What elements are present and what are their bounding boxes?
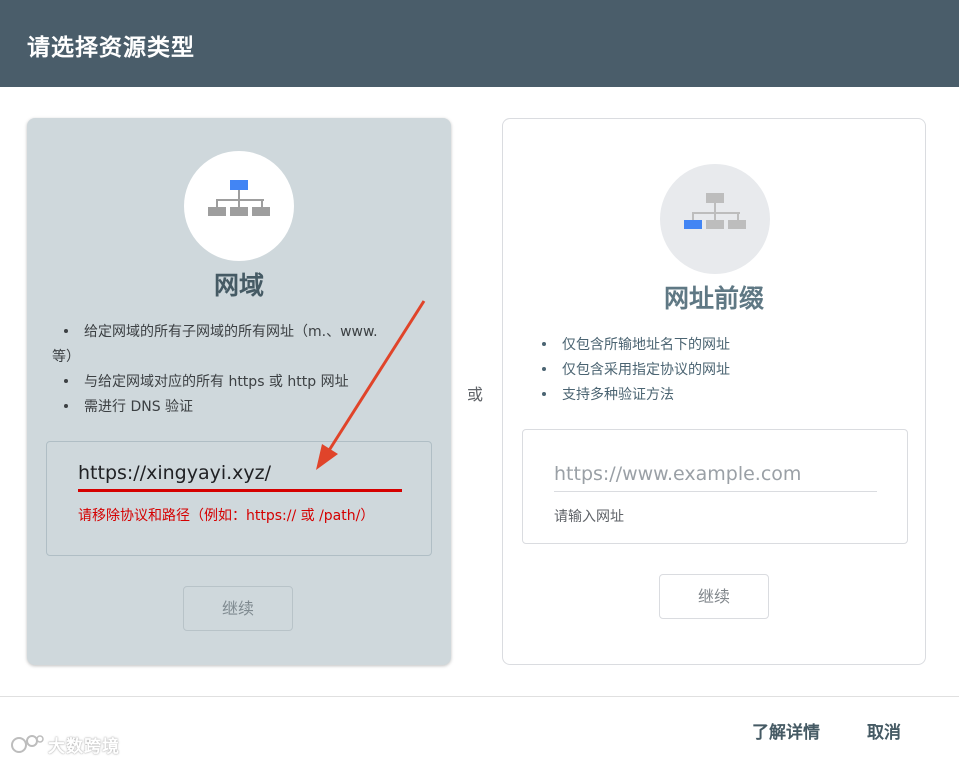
bullet-icon (542, 366, 546, 371)
sitemap-icon (684, 193, 746, 229)
domain-continue-button[interactable]: 继续 (183, 586, 293, 631)
domain-icon-circle (184, 151, 294, 261)
url-prefix-option-card[interactable]: 网址前缀 仅包含所输地址名下的网址 仅包含采用指定协议的网址 支持多种验证方法 … (502, 118, 926, 665)
domain-option-card[interactable]: 网域 给定网域的所有子网域的所有网址（m.、www. 等） 与给定网域对应的所有… (27, 118, 451, 665)
list-item: 给定网域的所有子网域的所有网址（m.、www. 等） (52, 324, 378, 365)
list-item: 支持多种验证方法 (530, 383, 890, 408)
prefix-input-box: https://www.example.com 请输入网址 (522, 429, 908, 544)
prefix-feature-list: 仅包含所输地址名下的网址 仅包含采用指定协议的网址 支持多种验证方法 (530, 333, 890, 408)
list-item: 需进行 DNS 验证 (52, 395, 392, 420)
bullet-icon (64, 328, 68, 333)
prefix-card-title: 网址前缀 (663, 284, 764, 313)
resource-type-dialog: 请选择资源类型 网域 给定网域的所有子网域的所有网址（m.、www. 等） 与给… (0, 0, 959, 764)
watermark: 大数跨境 (10, 732, 120, 757)
dialog-header: 请选择资源类型 (0, 0, 959, 87)
url-prefix-helper-text: 请输入网址 (554, 509, 624, 525)
input-error-underline (78, 489, 402, 492)
domain-input-box: https://xingyayi.xyz/ 请移除协议和路径（例如：https:… (46, 441, 432, 556)
url-prefix-input[interactable]: https://www.example.com (554, 463, 801, 485)
watermark-logo-icon (11, 735, 44, 753)
prefix-continue-button[interactable]: 继续 (659, 574, 769, 619)
domain-input[interactable]: https://xingyayi.xyz/ (78, 462, 271, 484)
domain-feature-list: 给定网域的所有子网域的所有网址（m.、www. 等） 与给定网域对应的所有 ht… (52, 320, 392, 420)
dialog-title: 请选择资源类型 (27, 35, 195, 61)
or-separator: 或 (467, 385, 484, 404)
prefix-icon-circle (660, 164, 770, 274)
list-item: 仅包含所输地址名下的网址 (530, 333, 890, 358)
domain-error-message: 请移除协议和路径（例如：https:// 或 /path/） (78, 508, 375, 524)
domain-card-title: 网域 (213, 271, 264, 300)
cancel-button[interactable]: 取消 (867, 718, 901, 743)
input-underline (554, 491, 877, 492)
learn-more-button[interactable]: 了解详情 (752, 718, 820, 743)
footer-divider (0, 696, 959, 697)
bullet-icon (64, 403, 68, 408)
list-item: 仅包含采用指定协议的网址 (530, 358, 890, 383)
watermark-text: 大数跨境 (48, 736, 120, 757)
bullet-icon (542, 391, 546, 396)
list-item: 与给定网域对应的所有 https 或 http 网址 (52, 370, 392, 395)
bullet-icon (64, 378, 68, 383)
sitemap-icon (208, 180, 270, 216)
bullet-icon (542, 341, 546, 346)
